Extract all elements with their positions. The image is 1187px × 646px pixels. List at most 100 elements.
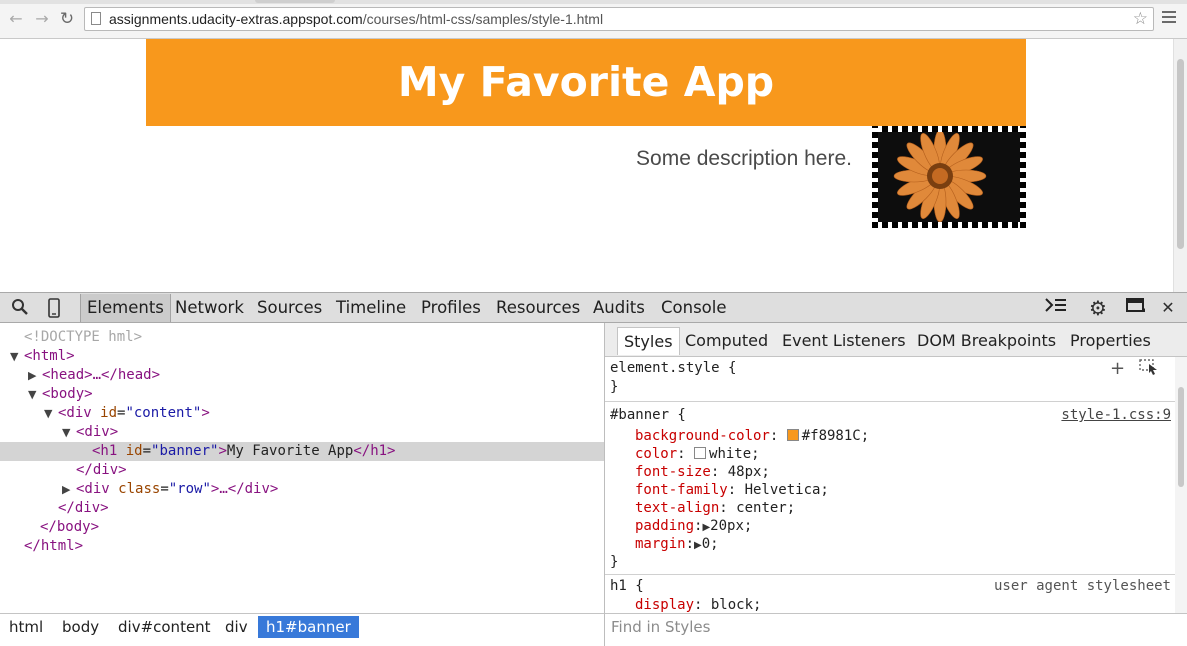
div-close-tag: </div>: [76, 462, 127, 478]
expanded-triangle-icon[interactable]: ▼: [28, 385, 42, 404]
style-property[interactable]: display: block;: [635, 596, 761, 614]
add-rule-plus-icon[interactable]: +: [1110, 359, 1125, 379]
banner-rule-selector[interactable]: #banner {: [610, 406, 686, 424]
tab-styles[interactable]: Styles: [617, 327, 680, 355]
image-frame: [872, 222, 1026, 228]
dom-node-head[interactable]: ▶ <head>…</head>: [0, 366, 604, 385]
attr-name: id: [100, 405, 118, 421]
div-open-tag: <div>: [76, 424, 119, 440]
element-style-selector[interactable]: element.style {: [610, 359, 736, 377]
dom-node-h1-selected[interactable]: <h1 id="banner">My Favorite App</h1>: [0, 442, 604, 461]
breadcrumb-html[interactable]: html: [4, 616, 48, 638]
image-frame: [872, 126, 1026, 132]
h1-rule-selector[interactable]: h1 {: [610, 577, 644, 595]
div-close-tag: </div>: [58, 500, 109, 516]
tab-elements[interactable]: Elements: [80, 294, 171, 322]
styles-sidebar: Styles Computed Event Listeners DOM Brea…: [605, 323, 1187, 613]
dom-node-body-close[interactable]: </body>: [0, 518, 604, 537]
prop-value: 0;: [701, 536, 719, 552]
tab-properties[interactable]: Properties: [1070, 327, 1151, 354]
inspect-search-icon[interactable]: [10, 298, 30, 318]
dom-node-doctype[interactable]: <!DOCTYPE hml>: [0, 328, 604, 347]
dom-node-div-row[interactable]: ▶ <div class="row">…</div>: [0, 480, 604, 499]
tab-profiles[interactable]: Profiles: [421, 294, 481, 322]
bookmark-star-icon[interactable]: ☆: [1133, 9, 1148, 29]
expanded-triangle-icon[interactable]: ▼: [62, 423, 76, 442]
breadcrumb-h1-banner[interactable]: h1#banner: [258, 616, 359, 638]
expand-triangle-icon[interactable]: ▶: [694, 540, 702, 551]
toggle-element-state-icon[interactable]: [1139, 359, 1159, 379]
page-banner: My Favorite App: [146, 39, 1026, 126]
breadcrumb-div-content[interactable]: div#content: [113, 616, 216, 638]
tab-audits[interactable]: Audits: [593, 294, 645, 322]
attr-value: "row": [168, 481, 211, 497]
div-tag: <div: [58, 405, 92, 421]
dom-node-html[interactable]: ▼ <html>: [0, 347, 604, 366]
dom-node-div-content[interactable]: ▼ <div id="content">: [0, 404, 604, 423]
tab-timeline[interactable]: Timeline: [336, 294, 406, 322]
style-property[interactable]: color: white;: [635, 445, 760, 463]
collapsed-triangle-icon[interactable]: ▶: [28, 366, 42, 385]
url-text[interactable]: assignments.udacity-extras.appspot.com/c…: [109, 11, 603, 27]
forward-arrow-icon[interactable]: →: [32, 9, 52, 29]
browser-toolbar: ← → ↻ assignments.udacity-extras.appspot…: [0, 0, 1187, 39]
url-host: assignments.udacity-extras.appspot.com: [109, 11, 363, 27]
dom-node-div-close[interactable]: </div>: [0, 461, 604, 480]
gear-icon[interactable]: ⚙: [1086, 297, 1110, 319]
styles-scrollbar[interactable]: [1175, 357, 1187, 613]
style-property[interactable]: margin:▶0;: [635, 535, 719, 553]
image-frame: [872, 126, 878, 228]
page-description: Some description here.: [636, 147, 852, 170]
tab-network[interactable]: Network: [175, 294, 244, 322]
prop-value: 20px;: [710, 518, 753, 534]
prop-name: color: [635, 446, 678, 462]
dom-node-html-close[interactable]: </html>: [0, 537, 604, 556]
dom-node-content-close[interactable]: </div>: [0, 499, 604, 518]
html-open-tag: <html>: [24, 348, 75, 364]
dom-node-body[interactable]: ▼ <body>: [0, 385, 604, 404]
stylesheet-source-link[interactable]: style-1.css:9: [1061, 406, 1171, 424]
back-arrow-icon[interactable]: ←: [6, 9, 26, 29]
page-scrollbar[interactable]: [1173, 39, 1187, 292]
breadcrumb-div[interactable]: div: [220, 616, 253, 638]
dock-side-icon[interactable]: [1124, 297, 1148, 319]
close-icon[interactable]: ✕: [1158, 297, 1178, 319]
flower-icon: [872, 126, 1026, 228]
style-property[interactable]: padding:▶20px;: [635, 517, 752, 535]
tab-event-listeners[interactable]: Event Listeners: [782, 327, 906, 354]
tab-sources[interactable]: Sources: [257, 294, 322, 322]
collapsed-triangle-icon[interactable]: ▶: [62, 480, 76, 499]
tab-dom-breakpoints[interactable]: DOM Breakpoints: [917, 327, 1056, 354]
tab-computed[interactable]: Computed: [685, 327, 768, 354]
color-swatch[interactable]: [786, 429, 799, 441]
rule-close-brace: }: [610, 379, 619, 395]
hamburger-menu-icon[interactable]: [1162, 11, 1176, 25]
style-property[interactable]: text-align: center;: [635, 499, 795, 517]
head-tag: <head>…</head>: [42, 367, 161, 383]
color-swatch[interactable]: [694, 447, 707, 459]
expanded-triangle-icon[interactable]: ▼: [44, 404, 58, 423]
styles-scrollbar-thumb[interactable]: [1178, 387, 1184, 487]
tab-console[interactable]: Console: [661, 294, 727, 322]
address-bar[interactable]: assignments.udacity-extras.appspot.com/c…: [84, 7, 1154, 31]
expand-triangle-icon[interactable]: ▶: [702, 522, 710, 533]
dom-node-div[interactable]: ▼ <div>: [0, 423, 604, 442]
style-property[interactable]: font-family: Helvetica;: [635, 481, 829, 499]
image-frame: [1020, 126, 1026, 228]
body-open-tag: <body>: [42, 386, 93, 402]
console-drawer-icon[interactable]: [1043, 297, 1069, 319]
browser-tab[interactable]: [255, 0, 335, 3]
device-mode-icon[interactable]: [44, 298, 64, 318]
expanded-triangle-icon[interactable]: ▼: [10, 347, 24, 366]
attr-name: id: [125, 443, 143, 459]
style-property[interactable]: background-color: #f8981C;: [635, 427, 869, 445]
prop-value: white;: [709, 446, 760, 462]
style-property[interactable]: font-size: 48px;: [635, 463, 770, 481]
tab-resources[interactable]: Resources: [496, 294, 580, 322]
reload-icon[interactable]: ↻: [57, 9, 77, 29]
breadcrumb-body[interactable]: body: [57, 616, 104, 638]
prop-value: Helvetica;: [744, 482, 829, 498]
find-in-styles-input[interactable]: [611, 616, 1151, 638]
page-scrollbar-thumb[interactable]: [1177, 59, 1184, 249]
prop-value: 48px;: [727, 464, 770, 480]
